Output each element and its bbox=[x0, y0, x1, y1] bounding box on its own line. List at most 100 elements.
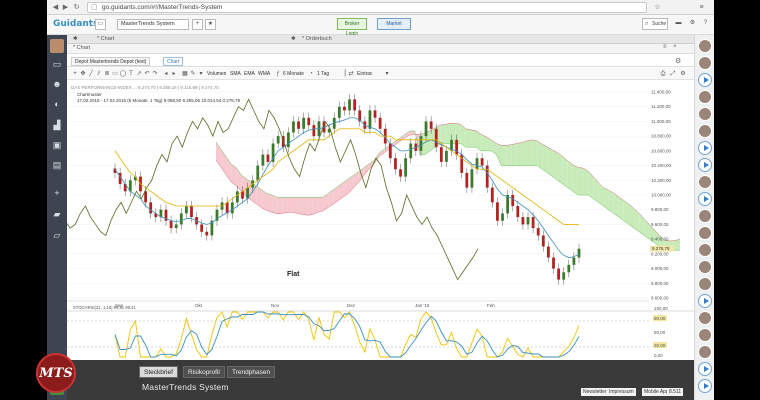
play-left-icon[interactable]: ◂ bbox=[162, 70, 170, 78]
reload-icon[interactable]: ↻ bbox=[72, 3, 81, 12]
ellipse-icon[interactable]: ◯ bbox=[119, 70, 127, 78]
expert-avatar[interactable] bbox=[698, 209, 712, 223]
search-button[interactable]: ⌕ Suche bbox=[642, 18, 668, 30]
help-icon[interactable]: ? bbox=[700, 19, 711, 30]
pin-icon[interactable]: ✱ bbox=[73, 36, 78, 42]
favorite-star-icon[interactable]: ★ bbox=[205, 19, 216, 30]
expert-avatar[interactable] bbox=[698, 124, 712, 138]
chart-type-icon[interactable]: ▕ bbox=[339, 70, 347, 78]
video-play-icon[interactable] bbox=[698, 192, 712, 206]
folder-icon[interactable]: ▰ bbox=[51, 208, 63, 220]
play-icon[interactable]: ▸ bbox=[170, 70, 178, 78]
tab-trendphasen[interactable]: Trendphasen bbox=[227, 366, 276, 378]
pin-icon[interactable]: ✱ bbox=[291, 36, 296, 42]
expert-avatar[interactable] bbox=[698, 90, 712, 104]
expert-avatar[interactable] bbox=[698, 107, 712, 121]
tab-steckbrief[interactable]: Steckbrief bbox=[139, 366, 178, 378]
add-widget-icon[interactable]: + bbox=[51, 187, 63, 199]
sma-toggle[interactable]: SMA bbox=[230, 70, 241, 78]
expert-avatar[interactable] bbox=[698, 345, 712, 359]
interval-select[interactable]: 1 Tag bbox=[317, 70, 329, 78]
expert-avatar[interactable] bbox=[698, 277, 712, 291]
expert-avatar[interactable] bbox=[698, 328, 712, 342]
menu-icon[interactable]: ≡ bbox=[697, 3, 706, 12]
text-tool-icon[interactable]: T bbox=[127, 70, 135, 78]
fullscreen-icon[interactable]: ⤢ bbox=[669, 70, 677, 78]
monitor-icon[interactable]: ▭ bbox=[95, 19, 106, 30]
star-icon[interactable]: ☆ bbox=[653, 3, 662, 12]
compare-icon[interactable]: ⇄ bbox=[347, 70, 355, 78]
tab-chart[interactable]: * Chart bbox=[97, 36, 114, 42]
cloud-segment bbox=[317, 197, 324, 213]
period-select[interactable]: 6 Monate bbox=[283, 70, 304, 78]
save-icon[interactable]: ▾ bbox=[197, 70, 205, 78]
grid-icon[interactable]: ▦ bbox=[181, 70, 189, 78]
folder-open-icon[interactable]: ▱ bbox=[51, 229, 63, 241]
channel-icon[interactable]: ⫽ bbox=[95, 70, 103, 78]
tab-orderbuch[interactable]: * Orderbuch bbox=[302, 36, 332, 42]
y-tick-label: 9.200,00 bbox=[651, 251, 669, 256]
candle-body bbox=[348, 99, 351, 111]
panel-options-icon[interactable]: ⚙ bbox=[675, 57, 681, 65]
expert-avatar[interactable] bbox=[698, 311, 712, 325]
subtab-chart[interactable]: Chart bbox=[163, 57, 184, 66]
video-play-icon[interactable] bbox=[698, 362, 712, 376]
market-button[interactable]: Market bbox=[377, 18, 411, 30]
entry-select[interactable]: Eintrac bbox=[357, 70, 373, 78]
indicator-icon[interactable]: ƒ bbox=[274, 70, 282, 78]
pan-icon[interactable]: ✥ bbox=[79, 70, 87, 78]
chart-nav-icon[interactable]: ▟ bbox=[51, 119, 63, 131]
price-chart[interactable]: 11.400,00 11.200,00 11.000,00 10.800,00 10.6… bbox=[47, 80, 694, 360]
video-play-icon[interactable] bbox=[698, 294, 712, 308]
user-avatar[interactable] bbox=[50, 39, 64, 53]
y-tick-label: 11.400,00 bbox=[651, 90, 671, 95]
expert-avatar[interactable] bbox=[698, 56, 712, 70]
video-play-icon[interactable] bbox=[698, 379, 712, 393]
users-nav-icon[interactable]: ☻ bbox=[51, 78, 63, 90]
interval-icon[interactable]: ◔ bbox=[307, 70, 315, 78]
rect-icon[interactable]: ▭ bbox=[111, 70, 119, 78]
trend-icon[interactable] bbox=[698, 158, 712, 172]
ema-toggle[interactable]: EMA bbox=[244, 70, 255, 78]
expert-avatar[interactable] bbox=[698, 243, 712, 257]
guidants-logo[interactable]: Guidants bbox=[53, 19, 98, 29]
expert-avatar[interactable] bbox=[698, 39, 712, 53]
news-nav-icon[interactable]: ▤ bbox=[51, 159, 63, 171]
line-tool-icon[interactable]: ╱ bbox=[87, 70, 95, 78]
chart-settings-icon[interactable]: ⚙ bbox=[679, 70, 687, 78]
depot-nav-icon[interactable]: ▣ bbox=[51, 139, 63, 151]
workspace-select[interactable]: MasterTrends System bbox=[117, 19, 189, 30]
settings-icon[interactable]: ⚙ bbox=[687, 19, 698, 30]
expert-avatar[interactable] bbox=[698, 226, 712, 240]
panel-menu-icon[interactable]: ≡ bbox=[663, 44, 667, 50]
address-bar[interactable]: ▢ go.guidants.com/#!/MasterTrends-System bbox=[87, 2, 647, 13]
chart-area[interactable]: 11.400,00 11.200,00 11.000,00 10.800,00 10.6… bbox=[47, 80, 694, 360]
add-icon[interactable]: + bbox=[192, 19, 203, 30]
wma-toggle[interactable]: WMA bbox=[258, 70, 270, 78]
panel-close-icon[interactable]: × bbox=[673, 44, 677, 50]
newsletter-link[interactable]: Newsletter bbox=[581, 388, 609, 396]
video-play-icon[interactable] bbox=[698, 73, 712, 87]
back-icon[interactable]: ◀ bbox=[51, 3, 60, 12]
fib-icon[interactable]: ≣ bbox=[103, 70, 111, 78]
impressum-link[interactable]: Impressum bbox=[607, 388, 636, 396]
tab-risikoprofil[interactable]: Risikoprofil bbox=[183, 366, 225, 378]
screenshot-icon[interactable]: ⎙ bbox=[659, 70, 667, 78]
language-flag-icon[interactable]: ▬ bbox=[673, 19, 684, 30]
dropdown-icon[interactable]: ▾ bbox=[383, 70, 391, 78]
undo-icon[interactable]: ↶ bbox=[143, 70, 151, 78]
volume-toggle[interactable]: Volumen bbox=[207, 70, 226, 78]
arrow-icon[interactable]: ↗ bbox=[135, 70, 143, 78]
video-play-icon[interactable] bbox=[698, 141, 712, 155]
expert-avatar[interactable] bbox=[698, 260, 712, 274]
pencil-icon[interactable]: ✎ bbox=[189, 70, 197, 78]
subtab-depot[interactable]: Depot Mastertrends Depot (test) bbox=[71, 57, 151, 66]
expert-avatar[interactable] bbox=[698, 175, 712, 189]
broker-login-button[interactable]: Broker Login bbox=[337, 18, 367, 37]
watchlist-nav-icon[interactable]: ◐ bbox=[51, 98, 63, 110]
monitor-nav-icon[interactable]: ▭ bbox=[51, 58, 63, 70]
crosshair-icon[interactable]: + bbox=[71, 70, 79, 78]
forward-icon[interactable]: ▶ bbox=[61, 3, 70, 12]
redo-icon[interactable]: ↷ bbox=[151, 70, 159, 78]
candle-body bbox=[276, 136, 280, 144]
